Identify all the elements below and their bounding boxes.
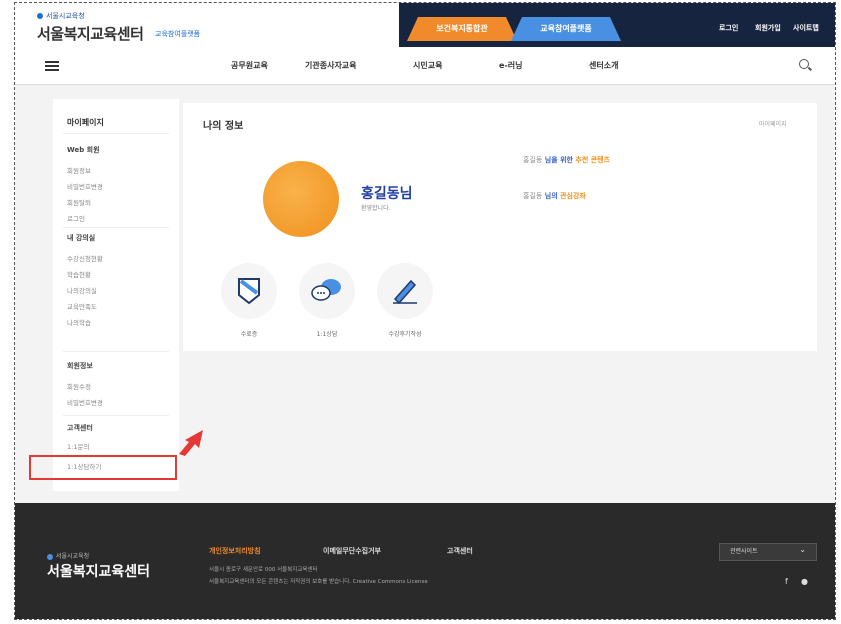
sidebar-item[interactable]: 회원탈퇴 bbox=[67, 197, 91, 207]
logo-sub: 교육참여플랫폼 bbox=[155, 30, 201, 38]
promo-recommend[interactable]: 홍길동 님을 위한 추천 콘텐츠 bbox=[523, 155, 610, 165]
promo-interest[interactable]: 홍길동 님의 관심강좌 bbox=[523, 191, 586, 201]
footer-logo-small: 서울시교육청 bbox=[47, 551, 89, 560]
logo-small-text: 서울시교육청 bbox=[46, 12, 85, 20]
promo-recommend-text: 님을 위한 bbox=[544, 156, 573, 164]
sidebar-item[interactable]: 회원정보 bbox=[67, 165, 91, 175]
facebook-icon[interactable]: f bbox=[785, 577, 788, 586]
tab-education[interactable]: 교육참여플랫폼 bbox=[511, 17, 621, 41]
top-bar: 서울시교육청 서울복지교육센터 교육참여플랫폼 보건복지통합관 교육참여플랫폼 … bbox=[15, 3, 835, 47]
util-signup[interactable]: 회원가입 bbox=[755, 23, 781, 33]
certificate-label: 수료증 bbox=[240, 331, 258, 338]
promo-interest-text: 님의 bbox=[544, 192, 558, 200]
pen-icon bbox=[393, 279, 417, 305]
tab-welfare[interactable]: 보건복지통합관 bbox=[407, 17, 517, 41]
divider bbox=[63, 351, 169, 352]
logo-dot-icon bbox=[37, 13, 43, 19]
nav-item-workers[interactable]: 기관종사자교육 bbox=[305, 60, 357, 71]
util-login[interactable]: 로그인 bbox=[719, 23, 738, 33]
footer-link-email[interactable]: 이메일무단수집거부 bbox=[323, 546, 381, 556]
chat-label: 1:1상담 bbox=[316, 331, 338, 338]
arrow-icon bbox=[179, 430, 203, 456]
divider bbox=[63, 133, 169, 134]
main-nav: 공무원교육 기관종사자교육 시민교육 e-러닝 센터소개 bbox=[15, 47, 835, 85]
nav-item-officials[interactable]: 공무원교육 bbox=[231, 60, 268, 71]
divider bbox=[63, 227, 169, 228]
review-button[interactable] bbox=[377, 263, 433, 319]
sidebar-item[interactable]: 수강신청현황 bbox=[67, 253, 103, 263]
util-sitemap[interactable]: 사이트맵 bbox=[793, 23, 819, 33]
footer-logo-small-text: 서울시교육청 bbox=[56, 553, 90, 560]
highlight-box bbox=[29, 455, 177, 480]
nav-item-about[interactable]: 센터소개 bbox=[589, 60, 618, 71]
blog-icon[interactable]: ● bbox=[801, 577, 808, 586]
chat-button[interactable] bbox=[299, 263, 355, 319]
sidebar-section[interactable]: 내 강의실 bbox=[67, 233, 95, 243]
chat-icon bbox=[311, 279, 341, 301]
search-icon[interactable] bbox=[799, 59, 809, 69]
nav-item-citizens[interactable]: 시민교육 bbox=[413, 60, 442, 71]
sidebar-item[interactable]: 회원수정 bbox=[67, 381, 91, 391]
user-welcome: 환영합니다. bbox=[361, 205, 391, 212]
sidebar-item[interactable]: 1:1문의 bbox=[67, 441, 89, 451]
sidebar-section[interactable]: 회원정보 bbox=[67, 361, 93, 371]
sidebar-section[interactable]: 고객센터 bbox=[67, 423, 93, 433]
footer-link-privacy[interactable]: 개인정보처리방침 bbox=[209, 546, 261, 556]
promo-recommend-em: 추천 콘텐츠 bbox=[575, 156, 611, 164]
sidebar-item[interactable]: 비밀번호변경 bbox=[67, 397, 103, 407]
related-sites-select[interactable]: 관련사이트 bbox=[719, 542, 817, 561]
sidebar-title: 마이페이지 bbox=[67, 118, 104, 127]
logo-main[interactable]: 서울복지교육센터 bbox=[37, 23, 144, 44]
nav-item-elearning[interactable]: e-러닝 bbox=[499, 60, 522, 71]
sidebar-item[interactable]: 나의학습 bbox=[67, 317, 91, 327]
sidebar: 마이페이지 Web 회원 회원정보 비밀번호변경 회원탈퇴 로그인 내 강의실 … bbox=[53, 99, 179, 491]
sidebar-item[interactable]: 교육만족도 bbox=[67, 301, 97, 311]
sidebar-section[interactable]: Web 회원 bbox=[67, 145, 100, 155]
footer-link-support[interactable]: 고객센터 bbox=[447, 546, 473, 556]
page-title: 나의 정보 bbox=[203, 121, 244, 132]
sidebar-item[interactable]: 로그인 bbox=[67, 213, 85, 223]
sidebar-item[interactable]: 학습현황 bbox=[67, 269, 91, 279]
footer-copyright: 서울복지교육센터의 모든 콘텐츠는 저작권의 보호를 받습니다. Creativ… bbox=[209, 579, 428, 585]
footer-address: 서울시 종로구 새문안로 000 서울복지교육센터 bbox=[209, 567, 318, 573]
sidebar-item[interactable]: 비밀번호변경 bbox=[67, 181, 103, 191]
footer: 서울시교육청 서울복지교육센터 개인정보처리방침 이메일무단수집거부 고객센터 … bbox=[15, 503, 835, 619]
review-label: 수강후기작성 bbox=[388, 331, 422, 338]
sidebar-item[interactable]: 나의강의실 bbox=[67, 285, 97, 295]
footer-logo-dot-icon bbox=[47, 553, 53, 560]
certificate-icon bbox=[238, 278, 260, 305]
user-name: 홍길동님 bbox=[361, 186, 413, 202]
avatar bbox=[263, 161, 339, 237]
footer-logo: 서울복지교육센터 bbox=[47, 564, 151, 580]
main-card: 나의 정보 마이페이지 홍길동님 환영합니다. 홍길동 님을 위한 추천 콘텐츠… bbox=[183, 103, 817, 351]
promo-recommend-prefix: 홍길동 bbox=[523, 156, 543, 164]
promo-interest-em: 관심강좌 bbox=[560, 192, 586, 200]
divider bbox=[63, 415, 169, 416]
promo-interest-prefix: 홍길동 bbox=[523, 192, 543, 200]
page-frame: 서울시교육청 서울복지교육센터 교육참여플랫폼 보건복지통합관 교육참여플랫폼 … bbox=[14, 2, 836, 620]
mypage-link[interactable]: 마이페이지 bbox=[759, 119, 787, 128]
hamburger-icon[interactable] bbox=[45, 61, 59, 71]
logo-small: 서울시교육청 bbox=[37, 11, 85, 21]
certificate-button[interactable] bbox=[221, 263, 277, 319]
